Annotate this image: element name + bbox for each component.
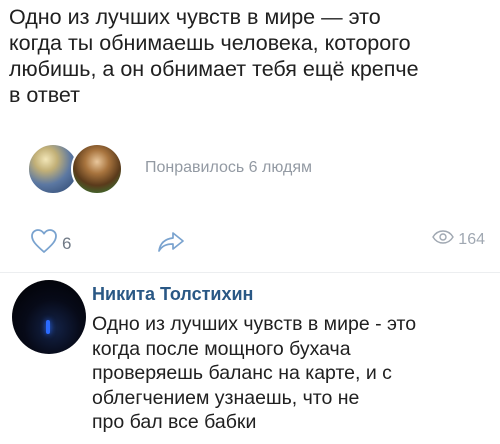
views-counter: 164 (432, 230, 485, 249)
views-count: 164 (458, 230, 485, 248)
comment-text-line: проверяешь баланс на карте, и с (92, 362, 392, 384)
like-count: 6 (62, 233, 72, 253)
post-text-line: в ответ (9, 83, 80, 107)
share-arrow-icon (156, 232, 186, 258)
comment-text: Одно из лучших чувств в мире - это когда… (92, 312, 497, 435)
heart-icon (30, 228, 58, 259)
like-button[interactable]: 6 (30, 228, 71, 259)
likers-row[interactable]: Понравилось 6 людям (27, 143, 312, 195)
post-text-line: любишь, а он обнимает тебя ещё крепче (9, 57, 419, 81)
post-text: Одно из лучших чувств в мире — это когда… (9, 4, 494, 108)
comment: Никита Толстихин Одно из лучших чувств в… (12, 280, 500, 444)
avatar-light-detail (46, 320, 50, 334)
post-text-line: Одно из лучших чувств в мире — это (9, 5, 381, 29)
share-button[interactable] (156, 230, 186, 259)
comment-text-line: Одно из лучших чувств в мире - это (92, 313, 417, 335)
post-actions: 6 164 (30, 228, 485, 258)
likers-avatars[interactable] (27, 143, 129, 195)
comment-author[interactable]: Никита Толстихин (92, 284, 253, 305)
comment-text-line: когда после мощного бухача (92, 337, 351, 360)
divider (0, 272, 500, 273)
comment-text-line: облегчением узнаешь, что не (92, 386, 360, 409)
liker-avatar-2[interactable] (71, 143, 123, 195)
comment-text-line: про бал все бабки (92, 411, 257, 433)
likes-summary[interactable]: Понравилось 6 людям (145, 159, 312, 177)
eye-icon (432, 230, 455, 249)
commenter-avatar[interactable] (12, 280, 86, 354)
post-text-line: когда ты обнимаешь человека, которого (9, 31, 411, 55)
